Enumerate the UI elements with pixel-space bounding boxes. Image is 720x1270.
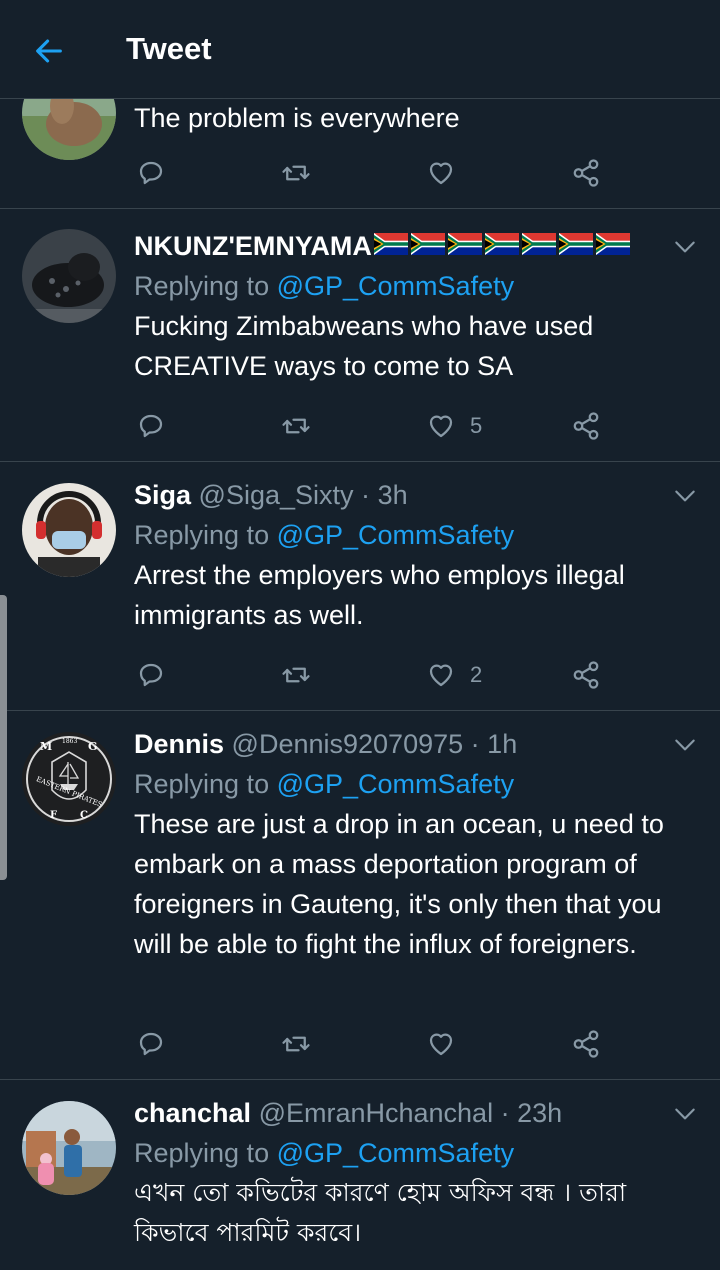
share-button[interactable] <box>571 153 601 193</box>
south-africa-flag-icon <box>595 232 630 255</box>
retweet-icon <box>282 418 310 434</box>
tweet-text: These are just a drop in an ocean, u nee… <box>134 809 664 959</box>
tweet-text: এখন তো কভিটের কারণে হোম অফিস বন্ধ । তারা… <box>134 1178 627 1247</box>
page-title: Tweet <box>126 31 212 66</box>
crest-letter: C <box>80 810 88 821</box>
south-africa-flag-icon <box>373 232 408 255</box>
avatar[interactable]: M G 1863 EASTERN PIRATES F C <box>22 732 116 826</box>
crest-year: 1863 <box>62 738 77 745</box>
user-handle[interactable]: @Siga_Sixty <box>199 480 354 510</box>
user-name[interactable]: chanchal <box>134 1098 251 1128</box>
user-handle[interactable]: @EmranHchanchal <box>259 1098 494 1128</box>
comment-icon <box>139 161 163 185</box>
replying-to: Replying to @GP_CommSafety <box>134 520 515 550</box>
tweet-time[interactable]: 1h <box>487 729 517 759</box>
chevron-down-icon[interactable] <box>672 234 698 260</box>
reply-button[interactable] <box>136 1024 166 1064</box>
crest-letter: F <box>50 810 57 821</box>
chevron-down-icon[interactable] <box>672 483 698 509</box>
user-name[interactable]: NKUNZ'EMNYAMA <box>134 231 372 261</box>
south-africa-flag-icon <box>447 232 482 255</box>
tweet-actions: 2 <box>136 655 606 695</box>
tweet-item[interactable]: chanchal @EmranHchanchal · 23h Replying … <box>0 1079 720 1270</box>
south-africa-flag-icon <box>484 232 519 255</box>
tweet-text: Arrest the employers who employs illegal… <box>134 560 625 630</box>
like-count: 2 <box>470 662 483 687</box>
retweet-icon <box>282 1036 310 1052</box>
like-button[interactable] <box>426 153 456 193</box>
replying-to: Replying to @GP_CommSafety <box>134 271 515 301</box>
like-button[interactable]: 5 <box>426 406 482 446</box>
retweet-button[interactable] <box>281 1024 311 1064</box>
tweet-time[interactable]: 23h <box>517 1098 562 1128</box>
avatar[interactable] <box>22 229 116 323</box>
user-handle[interactable]: @Dennis92070975 <box>232 729 464 759</box>
tweet-item[interactable]: M G 1863 EASTERN PIRATES F C Dennis @Den… <box>0 710 720 1080</box>
user-name[interactable]: Siga <box>134 480 191 510</box>
scrollbar[interactable] <box>0 595 7 880</box>
mention-link[interactable]: @GP_CommSafety <box>277 1138 514 1168</box>
crest-letter: G <box>88 740 97 753</box>
tweet-actions: 5 <box>136 406 606 446</box>
chevron-down-icon[interactable] <box>672 732 698 758</box>
replying-to: Replying to @GP_CommSafety <box>134 1138 515 1168</box>
retweet-icon <box>282 165 310 181</box>
replying-to: Replying to @GP_CommSafety <box>134 769 515 799</box>
retweet-button[interactable] <box>281 655 311 695</box>
tweet-actions <box>136 153 606 193</box>
avatar[interactable] <box>22 1101 116 1195</box>
retweet-icon <box>282 667 310 683</box>
mention-link[interactable]: @GP_CommSafety <box>277 769 514 799</box>
crest-letter: M <box>40 740 52 753</box>
south-africa-flag-icon <box>558 232 593 255</box>
share-icon <box>573 1030 599 1058</box>
comment-icon <box>139 414 163 438</box>
chevron-down-icon[interactable] <box>672 1101 698 1127</box>
comment-icon <box>139 663 163 687</box>
heart-icon <box>429 1033 453 1056</box>
heart-icon <box>429 162 453 185</box>
share-button[interactable] <box>571 406 601 446</box>
share-button[interactable] <box>571 1024 601 1064</box>
reply-button[interactable] <box>136 655 166 695</box>
reply-button[interactable] <box>136 406 166 446</box>
avatar[interactable] <box>22 483 116 577</box>
mention-link[interactable]: @GP_CommSafety <box>277 271 514 301</box>
share-icon <box>573 159 599 187</box>
south-africa-flag-icon <box>521 232 556 255</box>
retweet-button[interactable] <box>281 406 311 446</box>
south-africa-flag-emojis <box>373 228 638 266</box>
heart-icon <box>429 664 453 687</box>
top-bar: Tweet <box>0 0 720 99</box>
like-button[interactable] <box>426 1024 456 1064</box>
tweet-actions <box>136 1024 606 1064</box>
south-africa-flag-icon <box>410 232 445 255</box>
mention-link[interactable]: @GP_CommSafety <box>277 520 514 550</box>
retweet-button[interactable] <box>281 153 311 193</box>
heart-icon <box>429 415 453 438</box>
share-button[interactable] <box>571 655 601 695</box>
like-button[interactable]: 2 <box>426 655 482 695</box>
tweet-text: The problem is everywhere <box>134 103 460 133</box>
tweet-text: Fucking Zimbabweans who have used CREATI… <box>134 311 594 381</box>
tweet-item[interactable]: The problem is everywhere <box>0 66 720 209</box>
arrow-left-icon[interactable] <box>32 34 66 68</box>
share-icon <box>573 412 599 440</box>
share-icon <box>573 661 599 689</box>
like-count: 5 <box>470 413 483 438</box>
reply-button[interactable] <box>136 153 166 193</box>
tweet-item[interactable]: NKUNZ'EMNYAMA Replying to @GP_CommSafety… <box>0 208 720 462</box>
tweet-time[interactable]: 3h <box>378 480 408 510</box>
comment-icon <box>139 1032 163 1056</box>
tweet-item[interactable]: Siga @Siga_Sixty · 3h Replying to @GP_Co… <box>0 461 720 711</box>
user-name[interactable]: Dennis <box>134 729 224 759</box>
